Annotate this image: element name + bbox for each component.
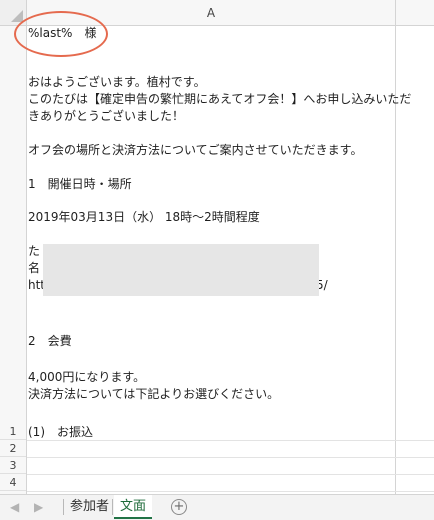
row-header-column: 1 2 3 4 [0, 26, 27, 494]
row-header-4[interactable]: 4 [0, 474, 26, 491]
cell-text-date: 2019年03月13日（水） 18時～2時間程度 [28, 210, 260, 224]
cell-text-venue-line-2: 名 [28, 261, 41, 275]
cell-text-payment-method: 決済方法については下記よりお選びください。 [28, 387, 280, 401]
cell-text-thanks-2: きありがとうございました！ [28, 109, 185, 123]
cell-text-fee: 4,000円になります。 [28, 370, 146, 384]
row-header-2[interactable]: 2 [0, 440, 26, 457]
gridline [27, 457, 434, 458]
row-header-1[interactable]: 1 [0, 423, 26, 440]
cell-text-venue-line-1: た [28, 244, 41, 258]
cell-text-section-2: 2 会費 [28, 334, 72, 348]
row-header-3[interactable]: 3 [0, 457, 26, 474]
column-header-b[interactable] [396, 0, 434, 25]
sheet-tab-bar: ◀ ▶ 参加者 文面 + [0, 494, 434, 520]
cell-text-thanks-1: このたびは【確定申告の繁忙期にあえてオフ会！】へお申し込みいただ [28, 92, 412, 106]
scroll-tabs-right-icon[interactable]: ▶ [34, 500, 43, 514]
cell-text-intro: オフ会の場所と決済方法についてご案内させていただきます。 [28, 143, 363, 157]
annotation-circle [14, 11, 108, 57]
cell-text-section-1: 1 開催日時・場所 [28, 177, 132, 191]
tab-message[interactable]: 文面 [114, 495, 153, 519]
gridline [27, 474, 434, 475]
cell-text-greeting: おはようございます。植村です。 [28, 75, 206, 89]
tab-divider [112, 499, 113, 515]
tab-participants[interactable]: 参加者 [64, 495, 115, 519]
redaction-block [43, 244, 319, 296]
gridline [27, 491, 434, 492]
scroll-tabs-left-icon[interactable]: ◀ [10, 500, 19, 514]
add-sheet-icon[interactable]: + [171, 499, 187, 515]
cell-text-bank-transfer: (1) お振込 [28, 425, 93, 439]
gridline [27, 440, 434, 441]
